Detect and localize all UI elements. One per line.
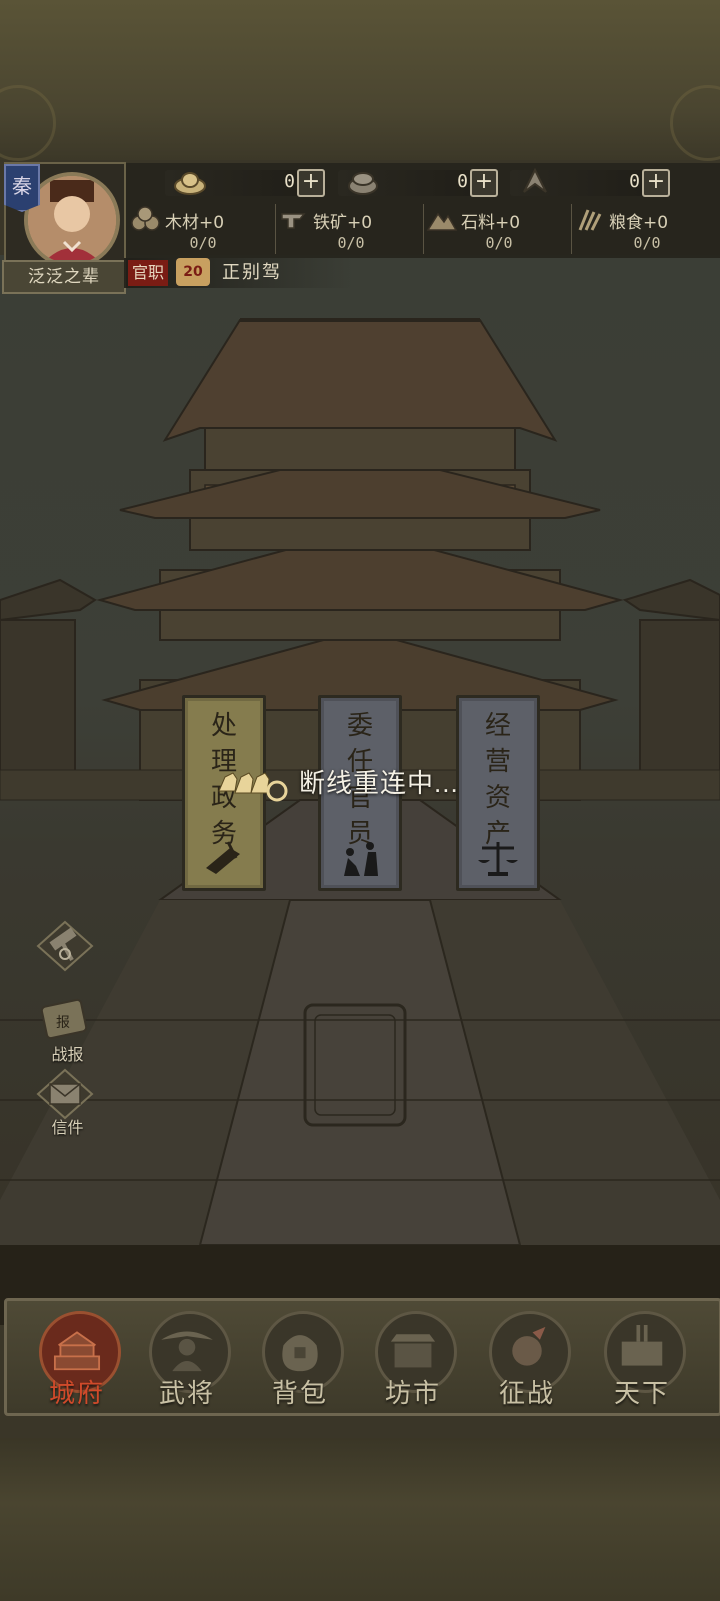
iron-count: 0/0 (337, 234, 365, 252)
grain-label: 粮食+0 (609, 213, 669, 233)
tab-city-hall[interactable]: 城府 (27, 1309, 127, 1409)
tab-label: 征战 (498, 1379, 555, 1409)
tab-label: 背包 (271, 1379, 328, 1409)
scale-icon (478, 842, 518, 876)
grain-icon (578, 209, 602, 231)
cloud-ornament (670, 85, 720, 161)
tab-bag[interactable]: 背包 (250, 1309, 350, 1409)
player-profile[interactable]: 秦 泛泛之辈 (0, 160, 126, 305)
wood-label: 木材+0 (165, 213, 225, 233)
kneeling-official-icon (344, 842, 378, 876)
grain-count: 0/0 (633, 234, 661, 252)
silver-value: 0 (457, 171, 468, 192)
rank-level-badge: 20 (176, 258, 210, 286)
hammer-icon (36, 920, 94, 972)
currency-silver: 0 + (338, 166, 498, 200)
horse-chariot-icon (218, 772, 288, 802)
tab-campaign[interactable]: 征战 (477, 1309, 577, 1409)
resource-grain: 粮食+0 0/0 (574, 204, 720, 256)
currency-gold: 0 + (165, 166, 325, 200)
iron-label: 铁矿+0 (313, 213, 373, 233)
official-rank: 官职 20 正别驾 (124, 258, 354, 288)
silver-ingot-icon (348, 172, 378, 195)
tab-label: 城府 (48, 1379, 105, 1409)
reconnect-message: 断线重连中... (299, 768, 459, 798)
top-frame (0, 0, 720, 161)
stone-icon (426, 212, 458, 231)
add-gold-button[interactable]: + (297, 169, 325, 197)
tab-label: 天下 (613, 1379, 670, 1409)
currency-token: 0 + (510, 166, 670, 200)
token-value: 0 (629, 171, 640, 192)
resource-iron: 铁矿+0 0/0 (278, 204, 424, 256)
iron-ore-icon (281, 213, 306, 229)
svg-text:报: 报 (56, 1015, 70, 1031)
reconnect-indicator: 断线重连中... (215, 757, 515, 807)
battle-report-label: 战报 (51, 1045, 84, 1064)
mail-label: 信件 (51, 1118, 84, 1137)
mail-icon (36, 1068, 94, 1120)
mail-button[interactable]: 信件 (30, 1068, 105, 1138)
add-silver-button[interactable]: + (470, 169, 498, 197)
scroll-icon (206, 841, 240, 874)
stone-label: 石料+0 (461, 213, 521, 233)
bottom-frame (0, 1438, 720, 1601)
courtyard-path (0, 900, 720, 1245)
tab-label: 武将 (158, 1379, 215, 1409)
portrait-image (28, 176, 116, 264)
tab-world[interactable]: 天下 (592, 1309, 692, 1409)
stone-count: 0/0 (485, 234, 513, 252)
tab-market[interactable]: 坊市 (363, 1309, 463, 1409)
bottom-nav: 城府 武将 背包 坊市 征战 天下 (4, 1298, 720, 1416)
wood-icon (131, 206, 160, 231)
gold-value: 0 (284, 171, 295, 192)
wood-count: 0/0 (189, 234, 217, 252)
faction-badge: 秦 (4, 164, 40, 212)
battle-report-icon: 报 (40, 998, 88, 1040)
rank-tag: 官职 (128, 260, 169, 286)
player-name: 泛泛之辈 (2, 260, 126, 294)
battle-report-button[interactable]: 报 战报 (30, 995, 105, 1065)
resource-stone: 石料+0 0/0 (426, 204, 572, 256)
build-button[interactable] (30, 920, 105, 990)
cloud-ornament (0, 85, 56, 161)
resource-wood: 木材+0 0/0 (130, 204, 276, 256)
tab-label: 坊市 (384, 1379, 441, 1409)
token-icon (523, 167, 547, 193)
tab-generals[interactable]: 武将 (137, 1309, 237, 1409)
add-token-button[interactable]: + (642, 169, 670, 197)
game-screen: 0 + 0 + 0 + 木材+0 0/0 铁矿+0 0/0 石料+0 0/0 粮… (0, 0, 720, 1601)
gold-ingot-icon (174, 172, 206, 195)
rank-title: 正别驾 (222, 262, 282, 283)
